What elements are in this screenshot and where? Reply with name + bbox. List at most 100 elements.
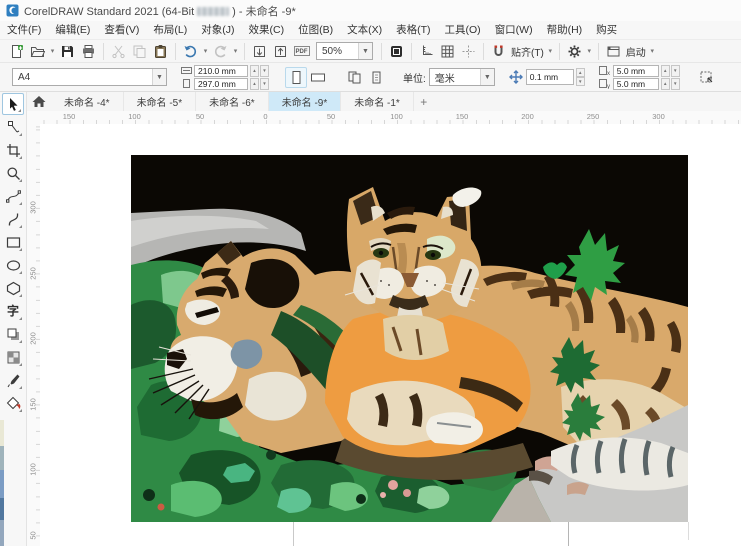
duplicate-x-field[interactable]: 5.0 mm (613, 65, 659, 77)
show-grid-button[interactable] (437, 41, 458, 62)
open-dropdown-caret[interactable]: ▾ (48, 47, 57, 55)
show-guidelines-button[interactable] (458, 41, 479, 62)
duplicate-x-spinner[interactable]: ▲▼ (661, 65, 680, 77)
menu-item[interactable]: 效果(C) (242, 21, 292, 39)
tool-zoom[interactable] (2, 162, 24, 184)
hruler-label: 0 (263, 112, 267, 121)
menu-item[interactable]: 编辑(E) (48, 21, 97, 39)
page-height-spinner[interactable]: ▲▼ (250, 78, 269, 90)
page-height-icon (181, 79, 192, 88)
hruler-label: 300 (652, 112, 665, 121)
vruler-label: 100 (29, 463, 38, 477)
menu-item[interactable]: 文件(F) (0, 21, 48, 39)
background-window-sliver (0, 420, 4, 446)
launch-dropdown-caret[interactable]: ▾ (648, 47, 657, 55)
svg-text:x: x (607, 71, 610, 76)
duplicate-y-spinner[interactable]: ▲▼ (661, 78, 680, 90)
undo-dropdown-caret[interactable]: ▾ (201, 47, 210, 55)
toolbar-separator (381, 43, 382, 60)
landscape-orientation-button[interactable] (307, 67, 329, 88)
export-button[interactable] (270, 41, 291, 62)
nudge-distance-field[interactable]: 0.1 mm (526, 69, 574, 85)
drawing-canvas[interactable] (40, 124, 741, 546)
duplicate-y-field[interactable]: 5.0 mm (613, 78, 659, 90)
open-button[interactable] (27, 41, 48, 62)
print-button[interactable] (78, 41, 99, 62)
page-size-combo[interactable]: A4 ▼ (12, 68, 167, 86)
cut-button[interactable] (108, 41, 129, 62)
undo-button[interactable] (180, 41, 201, 62)
menu-item[interactable]: 布局(L) (146, 21, 194, 39)
fullscreen-preview-button[interactable] (386, 41, 407, 62)
tool-pick[interactable] (2, 93, 24, 115)
tiger-artwork[interactable] (131, 155, 688, 522)
page-width-field[interactable]: 210.0 mm (194, 65, 248, 77)
show-rulers-button[interactable] (416, 41, 437, 62)
snap-dropdown-caret[interactable]: ▾ (546, 47, 555, 55)
tool-eyedropper[interactable] (2, 369, 24, 391)
save-button[interactable] (57, 41, 78, 62)
tool-shape[interactable] (2, 116, 24, 138)
menu-item[interactable]: 文本(X) (340, 21, 389, 39)
text-tool-icon: 字 (7, 305, 19, 317)
menu-item[interactable]: 帮助(H) (540, 21, 590, 39)
tool-ellipse[interactable] (2, 254, 24, 276)
document-tab[interactable]: 未命名 -6* (196, 92, 269, 111)
portrait-orientation-button[interactable] (285, 67, 307, 88)
welcome-home-button[interactable] (27, 92, 51, 111)
tool-freehand[interactable] (2, 185, 24, 207)
publish-to-pdf-button[interactable]: PDF (291, 41, 312, 62)
menu-item[interactable]: 位图(B) (291, 21, 340, 39)
freehand-tool-icon (6, 189, 21, 204)
menu-item[interactable]: 工具(O) (438, 21, 488, 39)
page-size-caret[interactable]: ▼ (152, 69, 166, 85)
options-caret[interactable]: ▾ (585, 47, 594, 55)
snap-toggle-icon[interactable] (488, 41, 509, 62)
tool-transparency[interactable] (2, 346, 24, 368)
options-gear-icon[interactable] (564, 41, 585, 62)
units-combo[interactable]: 毫米 ▼ (429, 68, 495, 86)
tool-bspline[interactable] (2, 208, 24, 230)
background-window-sliver (0, 498, 4, 520)
tool-interactive-fill[interactable] (2, 392, 24, 414)
launch-window-icon[interactable] (603, 41, 624, 62)
document-tab[interactable]: 未命名 -1* (341, 92, 414, 111)
menu-item[interactable]: 购买 (589, 21, 624, 39)
document-tab[interactable]: 未命名 -5* (124, 92, 197, 111)
document-tab[interactable]: 未命名 -4* (51, 92, 124, 111)
hruler-label: 250 (587, 112, 600, 121)
redo-button[interactable] (210, 41, 231, 62)
tool-polygon[interactable] (2, 277, 24, 299)
document-tab[interactable]: 未命名 -9* (269, 92, 342, 111)
zoom-combo-caret[interactable]: ▼ (358, 43, 372, 59)
snap-to-label[interactable]: 贴齐(T) (511, 44, 544, 59)
new-document-button[interactable] (6, 41, 27, 62)
import-button[interactable] (249, 41, 270, 62)
horizontal-ruler[interactable]: 15010050050100150200250300 (40, 111, 741, 125)
shape-tool-icon (6, 120, 21, 135)
vruler-label: 50 (29, 528, 38, 542)
menu-item[interactable]: 窗口(W) (488, 21, 540, 39)
vertical-ruler[interactable]: 30025020015010050 (27, 124, 41, 546)
tool-rectangle[interactable] (2, 231, 24, 253)
redo-dropdown-caret[interactable]: ▾ (231, 47, 240, 55)
tool-crop[interactable] (2, 139, 24, 161)
tool-text[interactable]: 字 (2, 300, 24, 322)
tool-drop-shadow[interactable] (2, 323, 24, 345)
page-width-spinner[interactable]: ▲▼ (250, 65, 269, 77)
interactive-fill-tool-icon (6, 396, 21, 411)
paste-button[interactable] (150, 41, 171, 62)
copy-button[interactable] (129, 41, 150, 62)
zoom-level-combo[interactable]: 50% ▼ (316, 42, 373, 60)
treat-objects-as-filled-button[interactable] (696, 67, 718, 88)
current-page-size-button[interactable] (365, 67, 387, 88)
launch-label[interactable]: 启动 (626, 44, 646, 59)
menu-item[interactable]: 对象(J) (194, 21, 241, 39)
page-height-field[interactable]: 297.0 mm (194, 78, 248, 90)
menu-item[interactable]: 查看(V) (97, 21, 146, 39)
new-document-tab-button[interactable]: + (414, 92, 434, 111)
nudge-spinner[interactable]: ▲▼ (576, 68, 585, 86)
all-pages-size-button[interactable] (343, 67, 365, 88)
units-caret[interactable]: ▼ (480, 69, 494, 85)
menu-item[interactable]: 表格(T) (389, 21, 437, 39)
